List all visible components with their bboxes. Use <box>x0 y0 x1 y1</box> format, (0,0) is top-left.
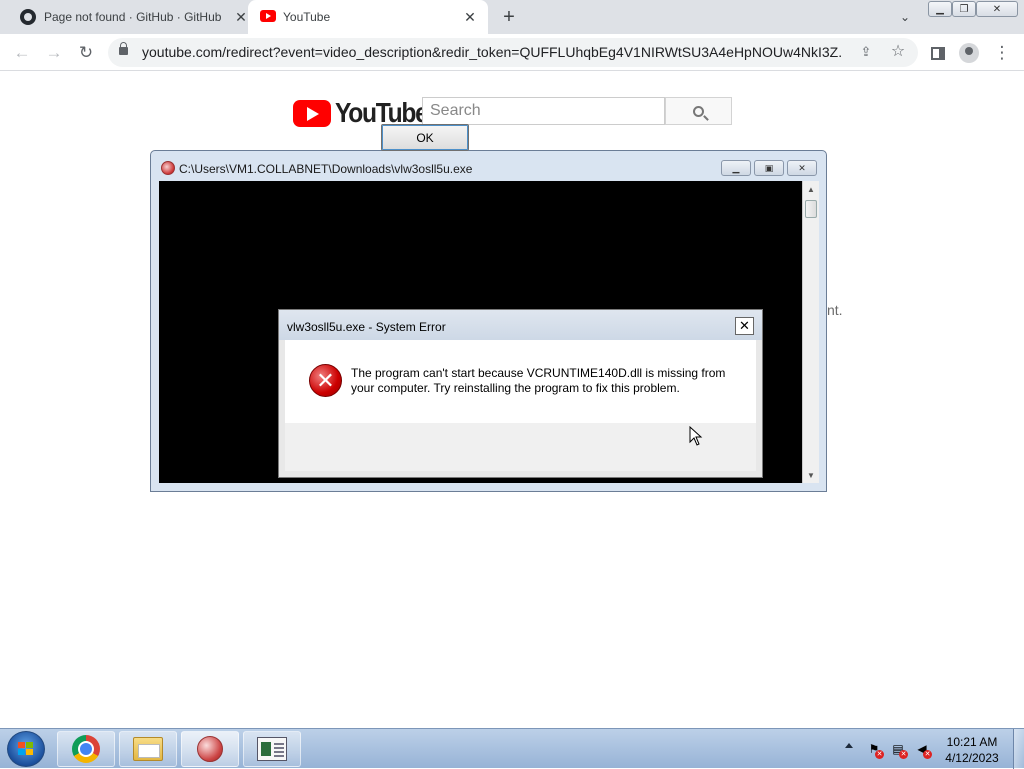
windows-logo-icon <box>18 742 34 756</box>
console-app-icon <box>257 737 287 761</box>
youtube-icon <box>260 10 276 22</box>
url-text[interactable]: youtube.com/redirect?event=video_descrip… <box>142 44 842 60</box>
console-app-icon <box>161 161 175 175</box>
side-panel-icon[interactable] <box>926 41 950 65</box>
console-scrollbar[interactable]: ▲ ▼ <box>802 181 819 483</box>
browser-menu-icon[interactable]: ⋮ <box>990 41 1014 65</box>
error-app-icon <box>197 736 223 762</box>
tab-youtube[interactable]: YouTube ✕ <box>248 0 488 34</box>
dialog-content: ✕ The program can't start because VCRUNT… <box>285 340 756 423</box>
dialog-close-button[interactable]: ✕ <box>735 317 754 335</box>
clock-date: 4/12/2023 <box>945 751 999 765</box>
network-icon[interactable]: ▤ ✕ <box>890 741 908 759</box>
system-error-dialog: vlw3osll5u.exe - System Error ✕ ✕ The pr… <box>278 309 763 478</box>
mouse-cursor-icon <box>689 425 703 446</box>
tab-title: Page not found · GitHub · GitHub <box>44 10 222 24</box>
share-icon[interactable]: ⇪ <box>856 42 876 62</box>
tab-title: YouTube <box>283 10 331 24</box>
taskbar-console-button[interactable] <box>243 731 301 767</box>
search-icon <box>693 105 704 117</box>
youtube-search-button[interactable] <box>665 97 732 125</box>
console-maximize-button[interactable]: ▣ <box>754 160 784 176</box>
taskbar-explorer-button[interactable] <box>119 731 177 767</box>
start-button[interactable] <box>7 731 45 767</box>
forward-arrow-icon[interactable]: → <box>42 41 66 65</box>
bookmark-star-icon[interactable]: ☆ <box>888 41 908 61</box>
github-icon <box>20 9 36 25</box>
clock-time: 10:21 AM <box>946 735 998 749</box>
taskbar-clock[interactable]: 10:21 AM 4/12/2023 <box>940 734 1004 766</box>
window-close-button[interactable]: ✕ <box>976 1 1018 17</box>
window-restore-button[interactable]: ❐ <box>952 1 976 17</box>
dialog-footer <box>285 423 756 471</box>
youtube-play-icon <box>293 99 331 127</box>
console-minimize-button[interactable]: ▁ <box>721 160 751 176</box>
taskbar-error-app-button[interactable] <box>181 731 239 767</box>
browser-toolbar: ← → ↻ youtube.com/redirect?event=video_d… <box>0 34 1024 71</box>
profile-avatar-icon[interactable] <box>957 41 981 65</box>
error-message: The program can't start because VCRUNTIM… <box>351 366 726 395</box>
tab-github-page-not-found[interactable]: Page not found · GitHub · GitHub ✕ <box>10 0 247 34</box>
taskbar-chrome-button[interactable] <box>57 731 115 767</box>
explorer-folder-icon <box>133 737 163 761</box>
console-close-button[interactable]: ✕ <box>787 160 817 176</box>
tab-close-icon[interactable]: ✕ <box>461 8 479 26</box>
chrome-icon <box>72 735 100 763</box>
tab-search-chevron-icon[interactable]: ⌄ <box>895 8 915 26</box>
page-text-fragment: nt. <box>827 302 843 318</box>
console-window-title: C:\Users\VM1.COLLABNET\Downloads\vlw3osl… <box>179 162 473 176</box>
error-icon: ✕ <box>309 364 342 397</box>
window-minimize-button[interactable]: ▁ <box>928 1 952 17</box>
scrollbar-thumb[interactable] <box>805 200 817 218</box>
address-bar[interactable]: youtube.com/redirect?event=video_descrip… <box>108 38 918 67</box>
ok-button[interactable]: OK <box>381 124 469 151</box>
youtube-search-input[interactable]: Search <box>422 97 665 125</box>
reload-icon[interactable]: ↻ <box>74 41 98 65</box>
lock-icon[interactable] <box>119 42 128 55</box>
volume-muted-icon[interactable]: ◀ ✕ <box>914 741 932 759</box>
show-hidden-icons-chevron-icon[interactable] <box>845 743 853 748</box>
new-tab-button[interactable]: + <box>498 6 520 28</box>
dialog-title: vlw3osll5u.exe - System Error <box>287 320 446 334</box>
windows-taskbar: ⚑ ✕ ▤ ✕ ◀ ✕ 10:21 AM 4/12/2023 <box>0 728 1024 769</box>
show-desktop-button[interactable] <box>1013 729 1024 769</box>
dialog-titlebar[interactable]: vlw3osll5u.exe - System Error ✕ <box>279 310 762 340</box>
scroll-down-arrow-icon[interactable]: ▼ <box>803 467 819 483</box>
browser-tab-strip: Page not found · GitHub · GitHub ✕ YouTu… <box>0 0 1024 34</box>
scroll-up-arrow-icon[interactable]: ▲ <box>803 181 819 197</box>
back-arrow-icon[interactable]: ← <box>10 41 34 65</box>
action-center-flag-icon[interactable]: ⚑ ✕ <box>866 741 884 759</box>
